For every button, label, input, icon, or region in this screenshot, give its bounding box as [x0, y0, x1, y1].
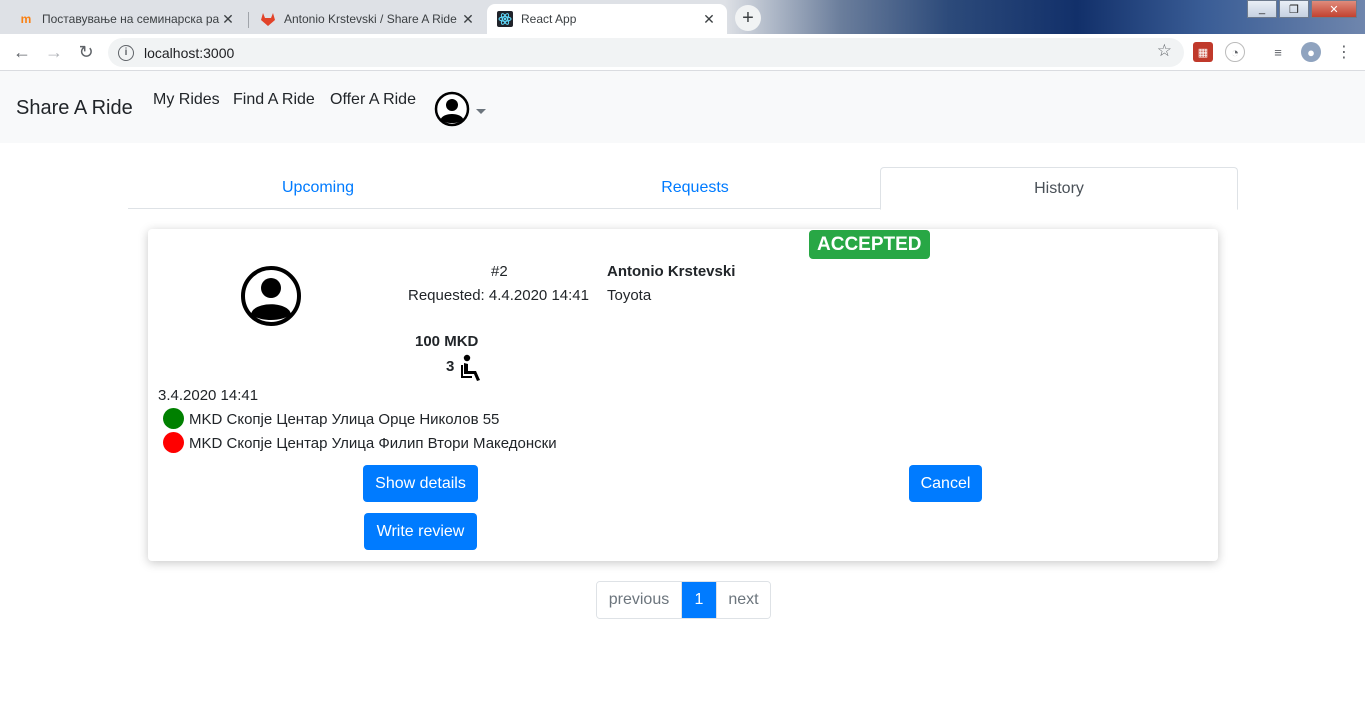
destination-dot-icon — [163, 432, 184, 453]
profile-avatar-icon[interactable]: ● — [1301, 42, 1321, 62]
nav-link-offer-a-ride[interactable]: Offer A Ride — [330, 91, 416, 109]
pagination-page-1[interactable]: 1 — [682, 582, 716, 618]
browser-menu-icon[interactable]: ⋮ — [1334, 42, 1354, 62]
rides-tabs: Upcoming Requests History — [128, 167, 1238, 210]
react-icon — [497, 11, 513, 27]
app-navbar: Share A Ride My Rides Find A Ride Offer … — [0, 71, 1365, 143]
window-controls: _ ❐ ✕ — [1245, 0, 1357, 18]
restore-icon[interactable]: ❐ — [1279, 0, 1309, 18]
pagination-next[interactable]: next — [716, 582, 770, 618]
requested-time: Requested: 4.4.2020 14:41 — [408, 287, 589, 304]
browser-tabstrip: m Поставување на семинарска ра ✕ Antonio… — [0, 0, 1365, 34]
minimize-icon[interactable]: _ — [1247, 0, 1277, 18]
origin-address: MKD Скопје Центар Улица Орце Николов 55 — [189, 411, 500, 428]
close-window-icon[interactable]: ✕ — [1311, 0, 1357, 18]
tab-upcoming[interactable]: Upcoming — [128, 167, 508, 209]
bookmark-star-icon[interactable]: ☆ — [1157, 41, 1172, 61]
car-model: Toyota — [607, 287, 652, 304]
close-tab-icon[interactable]: ✕ — [701, 11, 717, 28]
site-info-icon[interactable]: i — [118, 44, 134, 61]
extension-icon[interactable]: ▦ — [1193, 42, 1213, 62]
ride-price: 100 MKD — [415, 333, 479, 350]
close-tab-icon[interactable]: ✕ — [220, 11, 236, 28]
tab-requests[interactable]: Requests — [508, 167, 882, 209]
origin-dot-icon — [163, 408, 184, 429]
write-review-button[interactable]: Write review — [364, 513, 477, 550]
cancel-button[interactable]: Cancel — [909, 465, 982, 502]
ride-card: ACCEPTED #2 Requested: 4.4.2020 14:41 An… — [148, 229, 1218, 561]
navbar-brand[interactable]: Share A Ride — [16, 97, 133, 120]
back-icon[interactable]: ← — [10, 40, 34, 64]
pagination: previous 1 next — [596, 581, 771, 619]
seat-icon — [460, 354, 482, 387]
tab-history[interactable]: History — [880, 167, 1238, 210]
reload-icon[interactable]: ↻ — [74, 40, 98, 64]
driver-name: Antonio Krstevski — [607, 263, 736, 280]
driver-avatar-icon — [240, 265, 302, 332]
gitlab-icon — [260, 11, 276, 27]
pagination-previous[interactable]: previous — [597, 582, 682, 618]
destination-address: MKD Скопје Центар Улица Филип Втори Маке… — [189, 435, 557, 452]
media-queue-icon[interactable]: ≡ — [1268, 42, 1288, 62]
ride-date: 3.4.2020 14:41 — [158, 387, 259, 404]
new-tab-button[interactable]: + — [735, 5, 761, 31]
user-avatar-icon — [434, 91, 470, 132]
browser-tab-1[interactable]: m Поставување на семинарска ра ✕ — [8, 4, 246, 34]
chevron-down-icon — [476, 109, 486, 114]
tab-separator — [248, 12, 249, 28]
nav-link-my-rides[interactable]: My Rides — [153, 91, 220, 109]
extension-face-icon[interactable]: ◔ — [1225, 42, 1245, 62]
browser-tab-2[interactable]: Antonio Krstevski / Share A Ride ✕ — [250, 4, 486, 34]
address-bar[interactable]: i localhost:3000 ☆ — [108, 38, 1184, 67]
close-tab-icon[interactable]: ✕ — [460, 11, 476, 28]
user-dropdown[interactable] — [434, 91, 486, 132]
seats-count: 3 — [446, 358, 455, 375]
browser-tab-3[interactable]: React App ✕ — [487, 4, 727, 34]
nav-link-find-a-ride[interactable]: Find A Ride — [233, 91, 315, 109]
show-details-button[interactable]: Show details — [363, 465, 478, 502]
forward-icon[interactable]: → — [42, 40, 66, 64]
browser-toolbar: ← → ↻ i localhost:3000 ☆ ▦ ◔ ≡ ● ⋮ — [0, 34, 1365, 71]
ride-number: #2 — [491, 263, 508, 280]
address-url[interactable]: localhost:3000 — [144, 45, 234, 61]
moodle-icon: m — [20, 12, 32, 26]
status-badge: ACCEPTED — [809, 230, 930, 259]
